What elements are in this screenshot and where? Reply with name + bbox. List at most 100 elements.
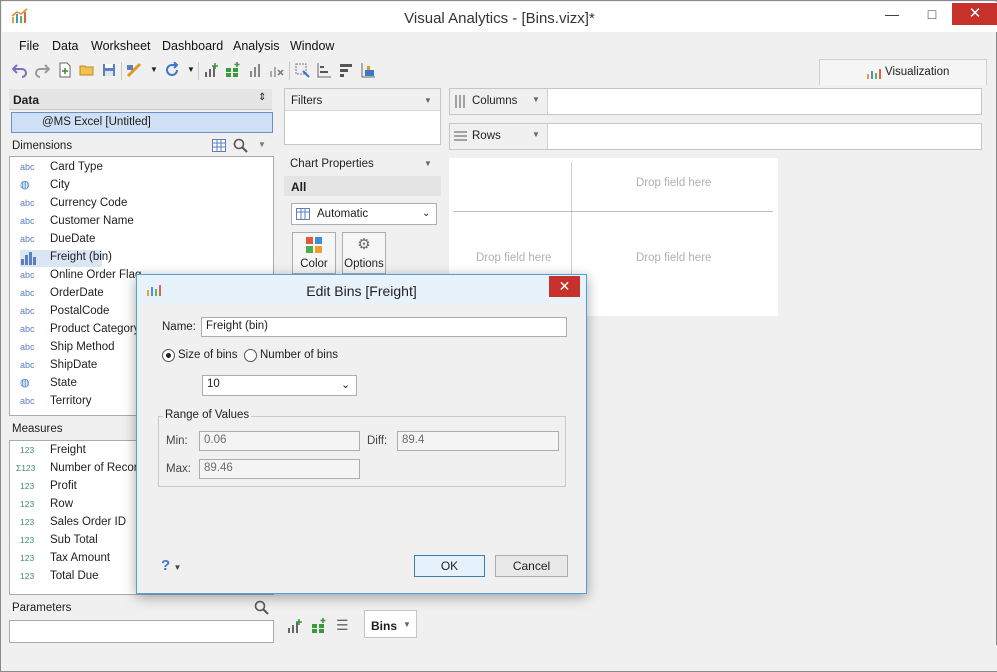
string-type-icon: abc <box>20 306 35 316</box>
chevron-down-icon[interactable]: ▼ <box>532 95 540 104</box>
string-type-icon: abc <box>20 216 35 226</box>
chevron-down-icon: ⌄ <box>422 208 431 219</box>
filters-header: Filters ▼ <box>285 89 440 111</box>
data-panel-header: Data ⇕ <box>9 89 272 110</box>
status-bar <box>2 645 997 671</box>
data-connect-icon[interactable] <box>126 62 142 78</box>
color-button-label: Color <box>300 258 328 270</box>
dialog-title-bar: Edit Bins [Freight] ✕ <box>137 275 586 303</box>
dimensions-header: Dimensions ▼ <box>9 136 272 156</box>
max-value-field: 89.46 <box>199 459 360 479</box>
search-icon[interactable] <box>233 138 248 153</box>
chevron-down-icon[interactable]: ▼ <box>150 65 158 74</box>
data-panel-title: Data <box>13 93 40 107</box>
dimension-item-selected[interactable]: Freight (bin) <box>20 250 112 267</box>
columns-icon <box>455 95 465 108</box>
minimize-button[interactable]: — <box>877 4 907 26</box>
menu-dashboard[interactable]: Dashboard <box>162 39 223 53</box>
sheet-list-icon[interactable]: ☰ <box>336 617 349 634</box>
sheet-tab-bins[interactable]: Bins ▼ <box>364 610 417 638</box>
chevron-down-icon[interactable]: ▼ <box>403 620 411 629</box>
number-type-icon: 123 <box>20 553 35 563</box>
swap-icon[interactable] <box>294 62 310 78</box>
options-button[interactable]: ⚙ Options <box>342 232 386 274</box>
chart-properties-title: Chart Properties <box>290 158 374 170</box>
filters-title: Filters <box>291 95 323 107</box>
number-type-icon: 123 <box>20 571 35 581</box>
chevron-down-icon: ⌄ <box>341 379 351 391</box>
new-worksheet-icon[interactable] <box>203 62 219 78</box>
sort-ascending-icon[interactable] <box>316 62 332 78</box>
number-of-bins-radio[interactable] <box>244 349 257 362</box>
chevron-down-icon[interactable]: ▼ <box>424 159 432 168</box>
rows-icon <box>454 131 467 141</box>
chevron-down-icon[interactable]: ▼ <box>187 65 195 74</box>
canvas-divider-horizontal <box>453 211 773 212</box>
new-dashboard-icon[interactable] <box>225 62 241 78</box>
string-type-icon: abc <box>20 288 35 298</box>
tab-visualization-label: Visualization <box>885 66 950 78</box>
dialog-close-button[interactable]: ✕ <box>549 276 580 297</box>
chevron-down-icon[interactable]: ▼ <box>532 130 540 139</box>
new-file-icon[interactable] <box>57 62 73 78</box>
new-worksheet-icon[interactable] <box>287 618 303 634</box>
number-of-bins-label: Number of bins <box>260 349 338 361</box>
clear-sheet-icon[interactable] <box>268 62 284 78</box>
new-dashboard-icon[interactable] <box>311 618 327 634</box>
chevron-down-icon[interactable]: ▼ <box>258 140 266 149</box>
menu-file[interactable]: File <box>19 39 39 53</box>
string-type-icon: abc <box>20 360 35 370</box>
min-value-field: 0.06 <box>199 431 360 451</box>
string-type-icon: abc <box>20 324 35 334</box>
panel-menu-icon[interactable]: ⇕ <box>258 92 266 103</box>
menu-analysis[interactable]: Analysis <box>233 39 280 53</box>
mark-type-select[interactable]: Automatic ⌄ <box>291 203 437 225</box>
show-me-icon[interactable] <box>360 62 376 78</box>
range-of-values-group: Range of Values Min: 0.06 Diff: 89.4 Max… <box>158 409 566 487</box>
search-icon[interactable] <box>254 600 269 615</box>
globe-icon: ◍ <box>20 377 30 389</box>
menu-data[interactable]: Data <box>52 39 78 53</box>
open-folder-icon[interactable] <box>79 62 95 78</box>
refresh-icon[interactable] <box>164 62 180 78</box>
sort-descending-icon[interactable] <box>338 62 354 78</box>
duplicate-sheet-icon[interactable] <box>247 62 263 78</box>
columns-shelf[interactable]: Columns ▼ <box>449 88 982 115</box>
mark-type-value: Automatic <box>317 208 369 220</box>
sheet-tab-label: Bins <box>371 619 398 633</box>
help-menu[interactable]: ? ▼ <box>161 557 181 574</box>
datasource-item[interactable]: @MS Excel [Untitled] <box>11 112 273 133</box>
bin-size-select[interactable]: 10 ⌄ <box>202 375 357 396</box>
all-marks-tab[interactable]: All <box>284 176 441 196</box>
name-label: Name: <box>162 321 196 333</box>
maximize-button[interactable]: □ <box>917 4 947 26</box>
size-of-bins-radio[interactable] <box>162 349 175 362</box>
number-type-icon: 123 <box>20 499 35 509</box>
chart-properties-header: Chart Properties ▼ <box>284 153 441 175</box>
cancel-button[interactable]: Cancel <box>495 555 568 577</box>
drop-zone-rows[interactable]: Drop field here <box>476 252 551 264</box>
string-type-icon: abc <box>20 198 35 208</box>
string-type-icon: abc <box>20 270 35 280</box>
redo-icon[interactable] <box>34 62 50 78</box>
drop-zone-columns[interactable]: Drop field here <box>636 177 711 189</box>
name-input[interactable]: Freight (bin) <box>201 317 567 337</box>
filters-shelf[interactable]: Filters ▼ <box>284 88 441 145</box>
ok-button[interactable]: OK <box>414 555 485 577</box>
string-type-icon: abc <box>20 396 35 406</box>
menu-worksheet[interactable]: Worksheet <box>91 39 151 53</box>
table-view-icon[interactable] <box>212 139 226 152</box>
tab-visualization[interactable]: Visualization <box>819 59 987 85</box>
min-label: Min: <box>166 435 188 447</box>
drop-zone-body[interactable]: Drop field here <box>636 252 711 264</box>
rows-shelf[interactable]: Rows ▼ <box>449 123 982 150</box>
chevron-down-icon[interactable]: ▼ <box>424 96 432 105</box>
undo-icon[interactable] <box>12 62 28 78</box>
close-window-button[interactable]: ✕ <box>952 3 997 25</box>
save-icon[interactable] <box>101 62 117 78</box>
menu-window[interactable]: Window <box>290 39 334 53</box>
color-button[interactable]: Color <box>292 232 336 274</box>
dimensions-title: Dimensions <box>12 140 73 152</box>
parameters-header: Parameters <box>9 598 274 618</box>
string-type-icon: abc <box>20 342 35 352</box>
